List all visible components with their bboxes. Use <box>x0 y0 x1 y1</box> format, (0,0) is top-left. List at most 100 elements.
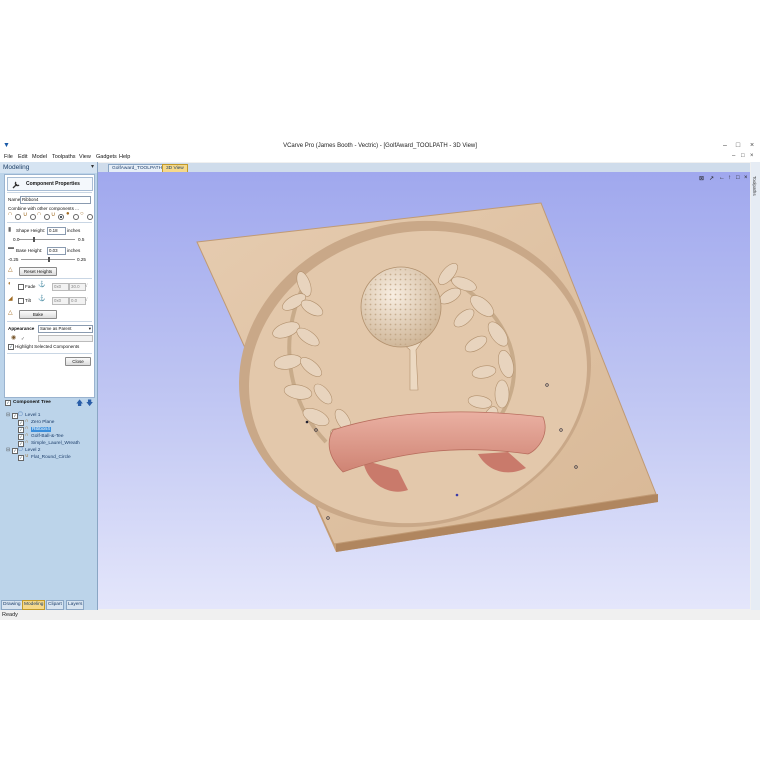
combine-add-radio[interactable] <box>15 214 21 220</box>
reset-heights-button[interactable]: Reset Heights <box>19 267 57 276</box>
move-down-icon[interactable]: 🡇 <box>86 399 93 410</box>
divider <box>7 192 92 193</box>
component-icon: ∩ <box>25 419 29 424</box>
tilt-label: Tilt <box>25 298 31 303</box>
level-icon: ▢ <box>18 447 23 452</box>
model-render <box>196 202 658 552</box>
name-field[interactable]: Ribbon4 <box>20 196 91 204</box>
component-icon: ∩ <box>25 426 29 431</box>
tilt-anchor-icon: ⚓ <box>38 296 46 302</box>
panel-header: Modeling ▾ <box>0 162 97 173</box>
appearance-select[interactable]: Same as Parent ▾ <box>38 325 93 333</box>
combine-low-radio[interactable] <box>58 214 64 220</box>
base-height-label: Base Height: <box>16 248 43 253</box>
combine-subtract-radio[interactable] <box>30 214 36 220</box>
tree-item-laurel-wreath[interactable]: Simple_Laurel_Wreath <box>31 441 80 446</box>
material-edit-icon[interactable]: ✓ <box>21 336 25 342</box>
close-window-button[interactable]: × <box>745 141 759 151</box>
divider <box>7 321 92 322</box>
fade-checkbox[interactable] <box>18 284 24 290</box>
component-icon: ∪ <box>25 454 29 459</box>
tab-clipart[interactable]: Clipart <box>46 600 64 610</box>
maximize-button[interactable]: □ <box>731 141 745 151</box>
tab-layers[interactable]: Layers <box>66 600 85 610</box>
tree-checkbox[interactable]: ✓ <box>18 455 24 461</box>
shape-height-slider-thumb[interactable] <box>33 237 35 242</box>
combine-add-icon[interactable]: ∩ <box>8 211 12 217</box>
menu-view[interactable]: View <box>79 154 91 160</box>
combine-multiply-radio[interactable] <box>73 214 79 220</box>
tree-title: Component Tree <box>13 400 51 405</box>
combine-merge-radio[interactable] <box>44 214 50 220</box>
close-button[interactable]: Close <box>65 357 91 366</box>
reset-heights-icon: △ <box>8 267 13 273</box>
tree-item-level-1[interactable]: Level 1 <box>25 413 40 418</box>
tilt-value-1[interactable]: 0x0 <box>52 297 69 305</box>
minimize-button[interactable]: – <box>718 141 732 151</box>
panel-pin-icon[interactable]: ▾ <box>91 163 94 170</box>
shape-height-max: 0.5 <box>78 237 85 242</box>
doc-minimize-button[interactable]: – <box>732 153 735 159</box>
toolpaths-strip[interactable]: Toolpaths <box>751 162 760 610</box>
tree-item-flat-round-circle[interactable]: Flat_Round_Circle <box>31 455 71 460</box>
shape-height-slider-track[interactable] <box>19 239 75 240</box>
tilt-checkbox[interactable] <box>18 298 24 304</box>
menu-model[interactable]: Model <box>32 154 47 160</box>
tab-drawing[interactable]: Drawing <box>1 600 23 610</box>
combine-low-icon[interactable]: ∪ <box>51 211 55 218</box>
shape-height-unit: inches <box>67 228 81 233</box>
tree-item-ribbon4[interactable]: Ribbon4 <box>31 427 51 432</box>
tree-item-zero-plane[interactable]: Zero Plane <box>31 420 54 425</box>
menu-gadgets[interactable]: Gadgets <box>96 154 117 160</box>
move-up-icon[interactable]: 🡅 <box>76 399 83 410</box>
toolpaths-tab[interactable]: Toolpaths <box>752 176 757 196</box>
highlight-label: Highlight Selected Components <box>15 344 80 349</box>
bake-icon: △ <box>8 310 13 316</box>
menu-toolpaths[interactable]: Toolpaths <box>52 154 76 160</box>
tab-golfaward-toolpath[interactable]: GolfAward_TOOLPATH <box>108 164 167 172</box>
combine-replace-radio[interactable] <box>87 214 93 220</box>
fade-value-2[interactable]: 30.0 <box>69 283 86 291</box>
tilt-icon: ◢ <box>8 296 13 302</box>
shape-height-field[interactable]: 0.18 <box>47 227 66 235</box>
base-height-slider-thumb[interactable] <box>48 257 50 262</box>
menu-help[interactable]: Help <box>119 154 130 160</box>
collapse-icon[interactable]: ⊟ <box>6 448 10 453</box>
bake-button[interactable]: Bake <box>19 310 57 319</box>
menu-edit[interactable]: Edit <box>18 154 27 160</box>
tree-checkbox[interactable]: ✓ <box>18 434 24 440</box>
collapse-icon[interactable]: ⊟ <box>6 413 10 418</box>
appearance-color-swatch[interactable] <box>38 335 93 342</box>
fade-icon: ◐ <box>8 281 12 287</box>
combine-merge-icon[interactable]: ∩ <box>37 211 41 217</box>
doc-close-button[interactable]: × <box>750 153 754 159</box>
status-bar: Ready <box>0 611 760 620</box>
highlight-checkbox[interactable]: ✓ <box>8 344 14 350</box>
tilt-value-2[interactable]: 0.0 <box>69 297 86 305</box>
tree-item-level-2[interactable]: Level 2 <box>25 448 40 453</box>
3d-viewport[interactable]: ⊠ ↗ ← ↑ □ × <box>98 172 750 609</box>
chevron-down-icon: ▾ <box>88 326 91 331</box>
title-bar: ▼ VCarve Pro (James Booth - Vectric) - [… <box>0 140 760 153</box>
divider <box>7 353 92 354</box>
tree-checkbox[interactable]: ✓ <box>18 420 24 426</box>
tab-modeling[interactable]: Modeling <box>22 600 46 610</box>
combine-subtract-icon[interactable]: ∪ <box>23 211 27 218</box>
component-icon: ∩ <box>25 440 29 445</box>
tab-3d-view[interactable]: 3D View <box>162 164 188 172</box>
tree-checkbox[interactable]: ✓ <box>5 400 11 406</box>
combine-replace-icon[interactable]: ○ <box>80 211 84 217</box>
marker <box>455 493 459 497</box>
doc-restore-button[interactable]: □ <box>741 153 745 159</box>
base-height-field[interactable]: 0.03 <box>47 247 66 255</box>
menu-bar: File Edit Model Toolpaths View Gadgets H… <box>0 153 760 162</box>
combine-multiply-icon[interactable]: ● <box>66 211 70 217</box>
fade-value-1[interactable]: 0x0 <box>52 283 69 291</box>
appearance-value: Same as Parent <box>40 326 72 331</box>
marker <box>305 420 309 424</box>
base-height-icon: ▬ <box>8 245 14 251</box>
tree-checkbox[interactable]: ✓ <box>18 427 24 433</box>
tree-item-golf-ball[interactable]: Golf-Ball-&-Tee <box>31 434 64 439</box>
menu-file[interactable]: File <box>4 154 13 160</box>
fade-degree-icon: √ <box>85 283 88 288</box>
